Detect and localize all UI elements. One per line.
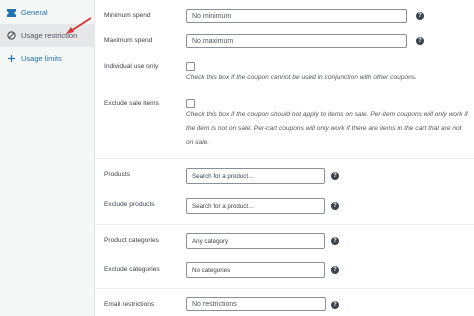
minimum-spend-label: Minimum spend	[104, 12, 151, 19]
exclude-sale-items-checkbox[interactable]	[186, 99, 195, 108]
individual-use-checkbox[interactable]	[186, 62, 195, 71]
red-arrow-annotation	[66, 17, 92, 34]
products-search-input[interactable]: Search for a product…	[186, 168, 325, 184]
product-categories-label: Product categories	[104, 237, 159, 244]
exclude-sale-items-description: Check this box if the coupon should not …	[186, 111, 468, 146]
email-restrictions-input[interactable]: No restrictions	[186, 297, 326, 311]
exclude-products-label: Exclude products	[104, 201, 155, 208]
plus-icon	[6, 54, 16, 64]
exclude-categories-label: Exclude categories	[104, 266, 160, 273]
email-restrictions-help-icon[interactable]: ?	[331, 301, 339, 309]
products-placeholder: Search for a product…	[192, 172, 255, 180]
exclude-products-search-input[interactable]: Search for a product…	[186, 198, 325, 214]
email-restrictions-label: Email restrictions	[104, 301, 155, 308]
email-restrictions-placeholder: No restrictions	[192, 300, 237, 308]
ticket-icon	[6, 8, 16, 18]
individual-use-label: Individual use only	[104, 63, 159, 70]
block-icon	[6, 31, 16, 41]
maximum-spend-placeholder: No maximum	[192, 37, 234, 45]
products-help-icon[interactable]: ?	[331, 172, 339, 180]
section-divider	[95, 158, 474, 159]
maximum-spend-help-icon[interactable]: ?	[416, 37, 424, 45]
usage-restriction-panel: Minimum spend No minimum ? Maximum spend…	[95, 0, 474, 316]
minimum-spend-placeholder: No minimum	[192, 12, 232, 20]
section-divider	[95, 224, 474, 225]
section-divider	[95, 288, 474, 289]
tab-usage-limits-label: Usage limits	[21, 54, 62, 63]
coupon-data-tabs: General Usage restriction Usage limits	[0, 0, 95, 316]
tab-general-label: General	[21, 8, 48, 17]
product-categories-help-icon[interactable]: ?	[331, 237, 339, 245]
maximum-spend-label: Maximum spend	[104, 37, 153, 44]
exclude-categories-help-icon[interactable]: ?	[331, 266, 339, 274]
exclude-categories-placeholder: No categories	[192, 266, 231, 274]
products-label: Products	[104, 171, 131, 178]
individual-use-description: Check this box if the coupon cannot be u…	[186, 74, 417, 81]
product-categories-placeholder: Any category	[192, 237, 229, 245]
minimum-spend-help-icon[interactable]: ?	[416, 12, 424, 20]
minimum-spend-input[interactable]: No minimum	[186, 9, 407, 23]
tab-usage-limits[interactable]: Usage limits	[0, 47, 95, 70]
exclude-sale-items-label: Exclude sale items	[104, 100, 159, 107]
maximum-spend-input[interactable]: No maximum	[186, 34, 407, 48]
product-categories-input[interactable]: Any category	[186, 233, 325, 249]
exclude-categories-input[interactable]: No categories	[186, 262, 325, 278]
exclude-products-help-icon[interactable]: ?	[331, 202, 339, 210]
exclude-products-placeholder: Search for a product…	[192, 202, 255, 210]
